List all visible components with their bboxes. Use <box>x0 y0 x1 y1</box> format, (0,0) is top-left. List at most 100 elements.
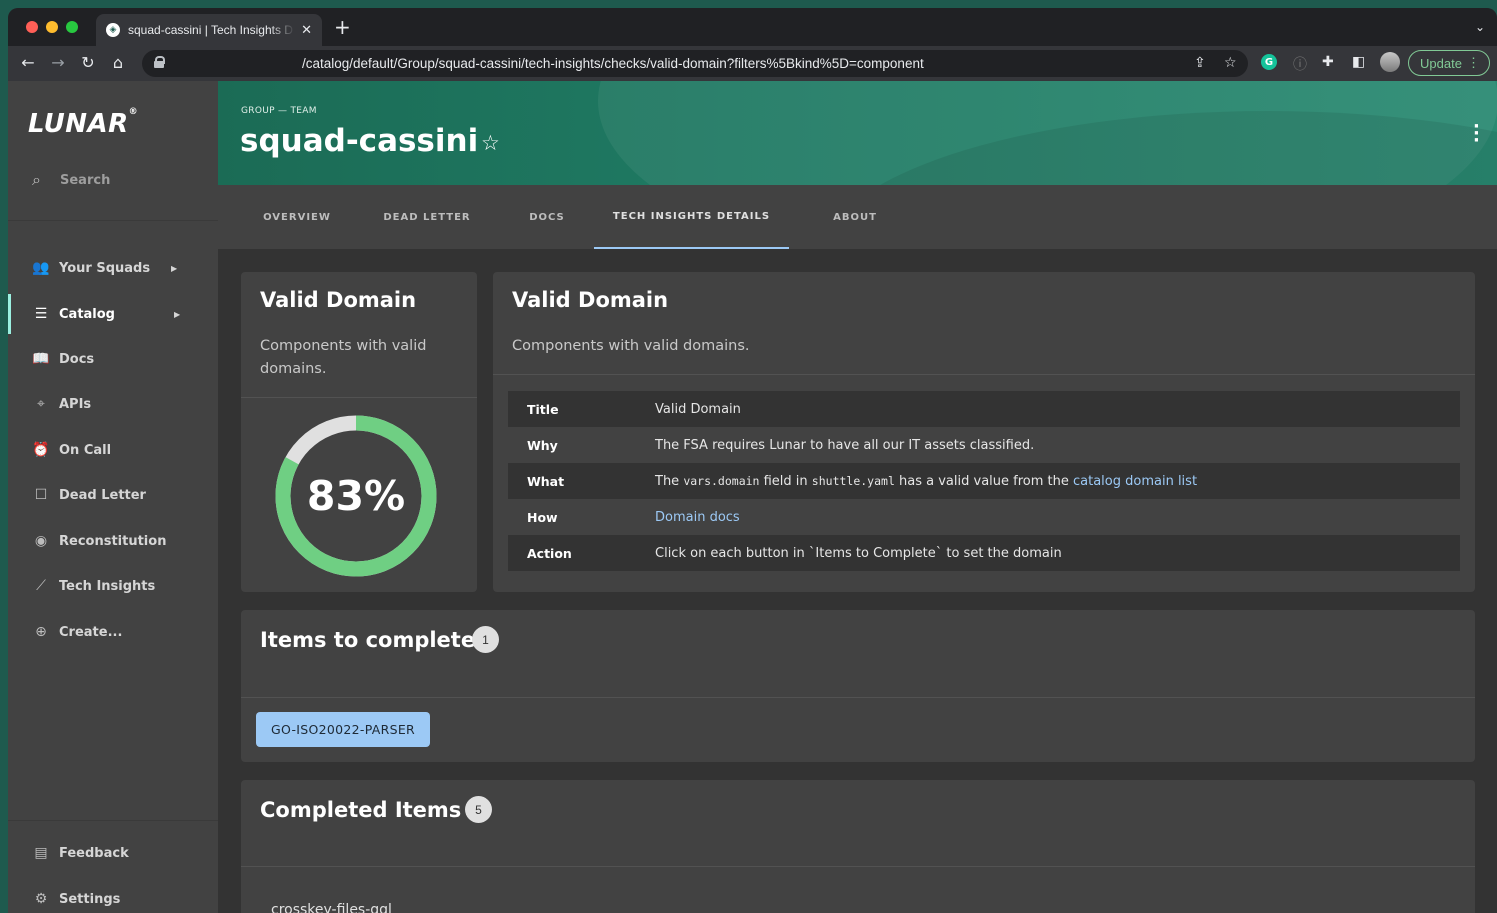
item-button[interactable]: GO-ISO20022-PARSER <box>256 712 431 747</box>
sidebar-item-tech-insights[interactable]: ⟋ Tech Insights <box>8 566 218 606</box>
sidebar-item-label: Feedback <box>59 845 129 861</box>
row-key: What <box>527 473 565 489</box>
add-circle-icon: ⊕ <box>35 624 47 640</box>
sidebar-item-label: Reconstitution <box>59 533 167 549</box>
reload-icon[interactable]: ↻ <box>78 53 98 72</box>
update-label: Update <box>1420 55 1462 71</box>
row-key: Title <box>527 401 559 417</box>
alarm-icon: ⏰ <box>32 442 50 458</box>
sidebar-search[interactable]: ⌕ Search <box>32 170 110 190</box>
tab-docs[interactable]: DOCS <box>508 185 586 249</box>
chat-icon: ▤ <box>34 845 48 861</box>
close-window-button[interactable] <box>26 21 38 33</box>
maximize-window-button[interactable] <box>66 21 78 33</box>
explore-icon: ◉ <box>34 533 48 549</box>
tab-tech-insights-details[interactable]: TECH INSIGHTS DETAILS <box>594 185 789 249</box>
sidebar-item-label: Tech Insights <box>59 578 156 594</box>
sidebar-item-label: Dead Letter <box>59 487 146 503</box>
row-key: Why <box>527 437 558 453</box>
sidebar-item-label: Settings <box>59 891 121 907</box>
home-icon[interactable]: ⌂ <box>108 53 128 72</box>
lunar-logo[interactable]: LUNAR® <box>28 107 138 139</box>
puzzle-extensions-icon[interactable]: ✚ <box>1322 54 1334 70</box>
summary-card: Valid Domain Components with valid domai… <box>241 272 477 592</box>
url-text[interactable]: /catalog/default/Group/squad-cassini/tec… <box>302 56 924 71</box>
sidebar-item-feedback[interactable]: ▤ Feedback <box>8 833 218 873</box>
card-divider <box>241 397 477 398</box>
sidebar-item-create[interactable]: ⊕ Create... <box>8 612 218 652</box>
api-icon: ⌖ <box>37 396 45 412</box>
sidebar-item-on-call[interactable]: ⏰ On Call <box>8 430 218 470</box>
detail-card-subtitle: Components with valid domains. <box>512 338 750 354</box>
grammarly-extension-icon[interactable]: G <box>1261 54 1277 70</box>
back-arrow-icon[interactable]: ← <box>18 53 38 72</box>
row-key: How <box>527 509 558 525</box>
tab-title: squad-cassini | Tech Insights D <box>128 23 293 37</box>
table-row-action: Action Click on each button in `Items to… <box>508 535 1460 571</box>
card-divider <box>241 697 1475 698</box>
table-row-title: Title Valid Domain <box>508 391 1460 427</box>
sidebar-item-your-squads[interactable]: 👥 Your Squads ▶ <box>8 248 218 288</box>
card-divider <box>241 866 1475 867</box>
lock-icon[interactable] <box>154 56 165 68</box>
sidebar-item-reconstitution[interactable]: ◉ Reconstitution <box>8 521 218 561</box>
inline-code: vars.domain <box>683 473 760 488</box>
sidebar: LUNAR® ⌕ Search 👥 Your Squads ▶ ☰ Catalo… <box>8 81 218 913</box>
entity-tabs: OVERVIEW DEAD LETTER DOCS TECH INSIGHTS … <box>218 185 1497 249</box>
tab-search-icon[interactable]: ⌄ <box>1475 20 1485 34</box>
inline-code: shuttle.yaml <box>811 473 895 488</box>
page-title: squad-cassini <box>240 123 479 159</box>
row-value: Domain docs <box>655 510 740 525</box>
page-header: GROUP — TEAM squad-cassini ☆ · · · <box>218 81 1497 185</box>
forward-arrow-icon[interactable]: → <box>48 53 68 72</box>
close-tab-icon[interactable]: ✕ <box>301 23 312 38</box>
profile-avatar[interactable] <box>1380 52 1400 72</box>
tab-about[interactable]: ABOUT <box>808 185 902 249</box>
address-bar[interactable]: /catalog/default/Group/squad-cassini/tec… <box>142 50 1248 77</box>
items-count-badge: 1 <box>472 626 499 653</box>
detail-card-title: Valid Domain <box>512 288 669 312</box>
list-icon: ☰ <box>34 306 48 322</box>
more-vertical-icon[interactable]: · · · <box>1473 118 1480 150</box>
favorite-star-icon[interactable]: ☆ <box>481 131 500 155</box>
sidebar-item-docs[interactable]: 📖 Docs <box>8 339 218 379</box>
tab-dead-letter[interactable]: DEAD LETTER <box>368 185 486 249</box>
logo-text: LUNAR <box>28 109 129 139</box>
sidebar-item-settings[interactable]: ⚙ Settings <box>8 879 218 913</box>
bookmark-star-icon[interactable]: ☆ <box>1224 55 1237 71</box>
favicon-icon: ◈ <box>106 23 120 37</box>
insights-icon: ⟋ <box>36 578 46 594</box>
tab-overview[interactable]: OVERVIEW <box>248 185 346 249</box>
sidebar-item-dead-letter[interactable]: ☐ Dead Letter <box>8 475 218 515</box>
detail-card: Valid Domain Components with valid domai… <box>493 272 1475 592</box>
row-value: Valid Domain <box>655 401 741 417</box>
browser-tab[interactable]: ◈ squad-cassini | Tech Insights D ✕ <box>96 14 322 46</box>
sidebar-item-apis[interactable]: ⌖ APIs <box>8 384 218 424</box>
search-label: Search <box>60 172 111 188</box>
sidebar-item-label: Docs <box>59 351 95 367</box>
side-panel-icon[interactable]: ◧ <box>1352 54 1365 70</box>
subtitle-line: domains. <box>260 361 327 377</box>
extension-info-icon[interactable]: ⓘ <box>1293 54 1307 74</box>
new-tab-button[interactable]: + <box>334 16 351 38</box>
share-icon[interactable]: ⇪ <box>1194 55 1206 71</box>
items-to-complete-card: Items to complete 1 GO-ISO20022-PARSER <box>241 610 1475 762</box>
update-button[interactable]: Update ⋮ <box>1408 50 1490 76</box>
more-vertical-icon: ⋮ <box>1467 55 1480 70</box>
text-fragment: has a valid value from the <box>894 473 1073 489</box>
sidebar-item-catalog[interactable]: ☰ Catalog ▶ <box>8 294 218 334</box>
chevron-right-icon: ▶ <box>171 263 178 273</box>
domain-docs-link[interactable]: Domain docs <box>655 510 740 525</box>
sidebar-item-label: Catalog <box>59 306 115 322</box>
summary-card-title: Valid Domain <box>260 288 417 312</box>
sidebar-divider <box>8 820 218 821</box>
sidebar-divider <box>8 220 218 221</box>
chevron-right-icon: ▶ <box>174 309 181 319</box>
table-row-what: What The vars.domain field in shuttle.ya… <box>508 463 1460 499</box>
breadcrumb: GROUP — TEAM <box>241 106 317 116</box>
completed-count-badge: 5 <box>465 796 492 823</box>
catalog-domain-list-link[interactable]: catalog domain list <box>1073 474 1197 489</box>
table-row-why: Why The FSA requires Lunar to have all o… <box>508 427 1460 463</box>
completed-item[interactable]: crosskey-files-gql <box>271 902 392 913</box>
minimize-window-button[interactable] <box>46 21 58 33</box>
